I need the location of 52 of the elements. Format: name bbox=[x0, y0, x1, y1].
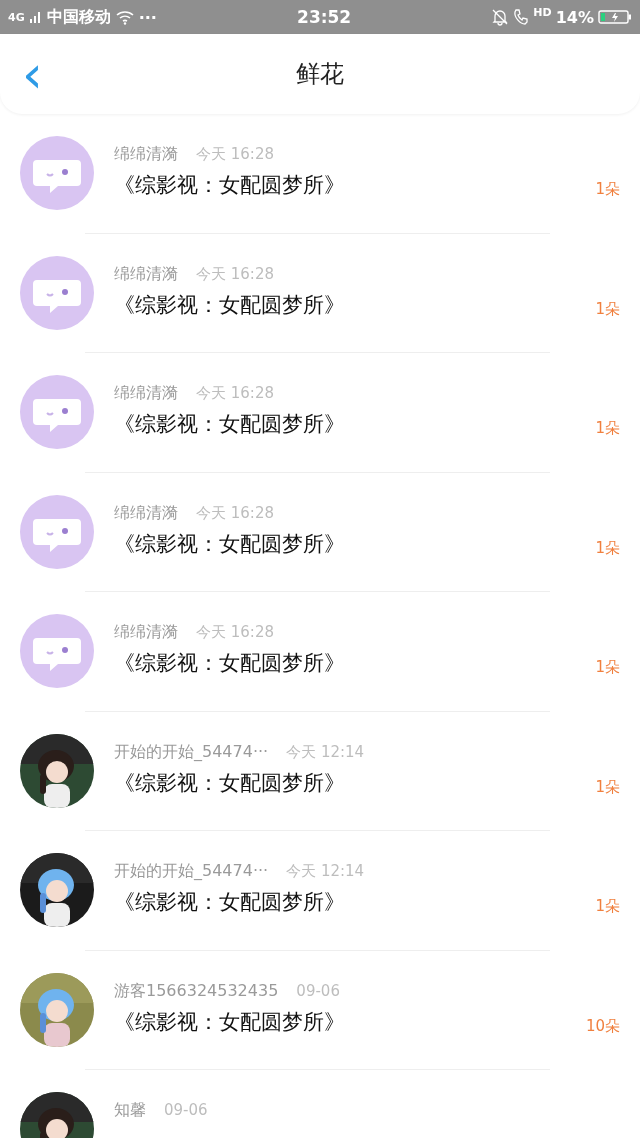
phone-icon bbox=[513, 8, 530, 26]
battery-percent: 14% bbox=[555, 7, 594, 27]
book-title: 《综影视：女配圆梦所》 bbox=[114, 172, 346, 199]
page-title: 鲜花 bbox=[296, 59, 344, 90]
flower-count: 1朵 bbox=[595, 897, 620, 916]
signal-icon bbox=[28, 10, 43, 24]
book-title: 《综影视：女配圆梦所》 bbox=[114, 769, 346, 797]
timestamp: 今天 16:28 bbox=[196, 264, 274, 284]
sender-name: 开始的开始_54474··· bbox=[114, 861, 269, 882]
chat-bubble-avatar-icon bbox=[20, 255, 94, 330]
flower-count: 1朵 bbox=[595, 299, 620, 319]
carrier-name: 中国移动 bbox=[46, 6, 111, 28]
hd-label: HD bbox=[533, 6, 552, 19]
chat-bubble-avatar-icon bbox=[20, 494, 94, 569]
flower-count: 1朵 bbox=[595, 658, 620, 677]
sender-name: 绵绵清漪 bbox=[114, 502, 178, 524]
battery-icon bbox=[598, 9, 632, 25]
sender-name: 游客1566324532435 bbox=[114, 980, 279, 1002]
bell-muted-icon bbox=[491, 8, 510, 26]
book-title: 《综影视：女配圆梦所》 bbox=[114, 411, 346, 438]
book-title: 《综影视：女配圆梦所》 bbox=[114, 650, 346, 677]
flower-count: 1朵 bbox=[595, 419, 620, 438]
timestamp: 今天 16:28 bbox=[196, 145, 274, 164]
timestamp: 今天 12:14 bbox=[286, 742, 365, 762]
flower-count: 1朵 bbox=[595, 538, 620, 558]
sender-name: 绵绵清漪 bbox=[114, 622, 178, 643]
timestamp: 今天 16:28 bbox=[196, 384, 274, 403]
flower-count: 1朵 bbox=[595, 777, 620, 797]
chat-bubble-avatar-icon bbox=[20, 136, 94, 210]
timestamp: 今天 16:28 bbox=[196, 503, 274, 523]
sender-name: 绵绵清漪 bbox=[114, 263, 178, 285]
flower-count: 10朵 bbox=[585, 1016, 620, 1036]
timestamp: 09-06 bbox=[164, 1101, 208, 1119]
timestamp: 今天 12:14 bbox=[286, 862, 365, 881]
sender-name: 开始的开始_54474··· bbox=[114, 741, 269, 763]
book-title: 《综影视：女配圆梦所》 bbox=[114, 889, 346, 916]
book-title: 《综影视：女配圆梦所》 bbox=[114, 530, 346, 558]
book-title: 《综影视：女配圆梦所》 bbox=[114, 1008, 346, 1036]
book-title: 《综影视：女配圆梦所》 bbox=[114, 291, 346, 319]
chat-bubble-avatar-icon bbox=[20, 375, 94, 449]
sender-name: 知馨 bbox=[114, 1100, 146, 1121]
network-type: 4G bbox=[8, 10, 25, 24]
flower-count: 1朵 bbox=[595, 180, 620, 199]
timestamp: 今天 16:28 bbox=[196, 623, 274, 642]
sender-name: 绵绵清漪 bbox=[114, 144, 178, 165]
clock: 23:52 bbox=[297, 7, 352, 27]
sender-name: 绵绵清漪 bbox=[114, 383, 178, 404]
chat-bubble-avatar-icon bbox=[20, 614, 94, 688]
back-button[interactable]: ‹ bbox=[18, 48, 47, 100]
timestamp: 09-06 bbox=[296, 981, 340, 1000]
wifi-icon bbox=[114, 9, 135, 25]
more-indicator: ··· bbox=[138, 7, 157, 27]
